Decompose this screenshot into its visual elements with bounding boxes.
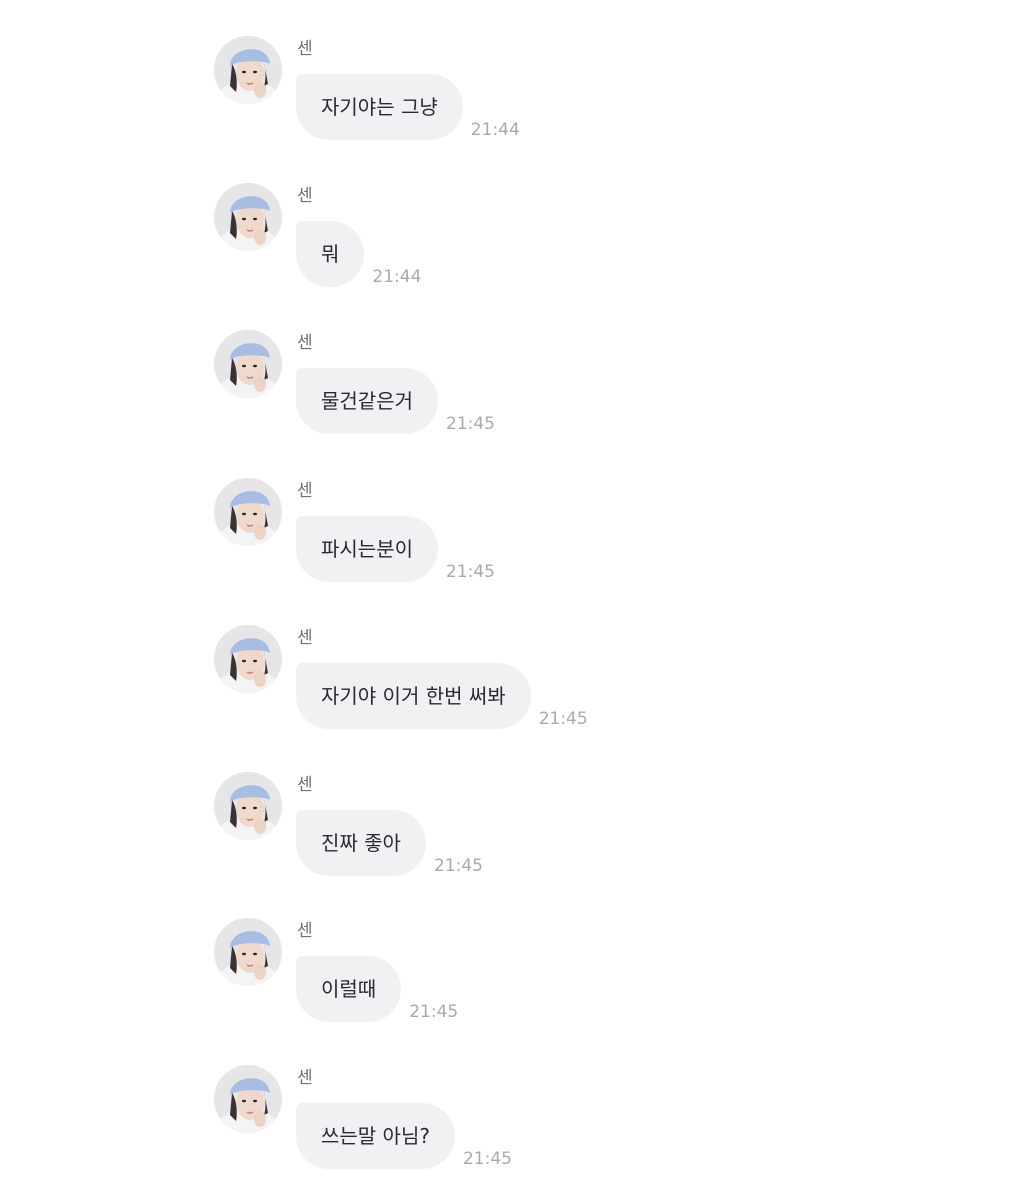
- message-bubble[interactable]: 자기야는 그냥: [296, 74, 463, 140]
- profile-photo-icon: [214, 772, 282, 840]
- message-time: 21:45: [446, 414, 495, 434]
- sender-name: 센: [297, 1068, 313, 1088]
- message-time: 21:44: [470, 120, 520, 140]
- sender-name: 센: [297, 921, 313, 941]
- chat-thread: 센 자기야는 그냥 21:44 센 뭐 21:44 센 물건같은거 21:45 …: [0, 0, 1036, 1200]
- message-item: 센 쓰는말 아님? 21:45: [214, 1065, 914, 1185]
- message-bubble[interactable]: 파시는분이: [296, 516, 438, 582]
- avatar[interactable]: [214, 330, 282, 398]
- message-time: 21:45: [433, 856, 483, 876]
- message-time: 21:45: [538, 709, 588, 729]
- sender-name: 센: [297, 628, 313, 648]
- avatar[interactable]: [214, 772, 282, 840]
- sender-name: 센: [297, 333, 313, 353]
- message-bubble[interactable]: 물건같은거: [296, 368, 438, 434]
- sender-name: 센: [297, 186, 313, 206]
- profile-photo-icon: [214, 183, 282, 251]
- message-item: 센 뭐 21:44: [214, 183, 914, 303]
- message-time: 21:44: [372, 267, 422, 287]
- profile-photo-icon: [214, 36, 282, 104]
- avatar[interactable]: [214, 36, 282, 104]
- message-item: 센 파시는분이 21:45: [214, 478, 914, 598]
- message-time: 21:45: [409, 1002, 459, 1022]
- message-item: 센 자기야는 그냥 21:44: [214, 36, 914, 156]
- sender-name: 센: [297, 775, 313, 795]
- avatar[interactable]: [214, 183, 282, 251]
- profile-photo-icon: [214, 625, 282, 693]
- sender-name: 센: [297, 39, 313, 59]
- message-item: 센 이럴때 21:45: [214, 918, 914, 1038]
- avatar[interactable]: [214, 1065, 282, 1133]
- avatar[interactable]: [214, 918, 282, 986]
- message-bubble[interactable]: 진짜 좋아: [296, 810, 426, 876]
- message-item: 센 물건같은거 21:45: [214, 330, 914, 450]
- message-time: 21:45: [462, 1149, 512, 1169]
- avatar[interactable]: [214, 625, 282, 693]
- sender-name: 센: [297, 481, 313, 501]
- profile-photo-icon: [214, 478, 282, 546]
- profile-photo-icon: [214, 918, 282, 986]
- message-bubble[interactable]: 자기야 이거 한번 써봐: [296, 663, 531, 729]
- message-bubble[interactable]: 쓰는말 아님?: [296, 1103, 455, 1169]
- message-bubble[interactable]: 이럴때: [296, 956, 402, 1022]
- message-item: 센 진짜 좋아 21:45: [214, 772, 914, 892]
- profile-photo-icon: [214, 330, 282, 398]
- avatar[interactable]: [214, 478, 282, 546]
- profile-photo-icon: [214, 1065, 282, 1133]
- message-item: 센 자기야 이거 한번 써봐 21:45: [214, 625, 914, 745]
- message-bubble[interactable]: 뭐: [296, 221, 365, 287]
- message-time: 21:45: [446, 562, 495, 582]
